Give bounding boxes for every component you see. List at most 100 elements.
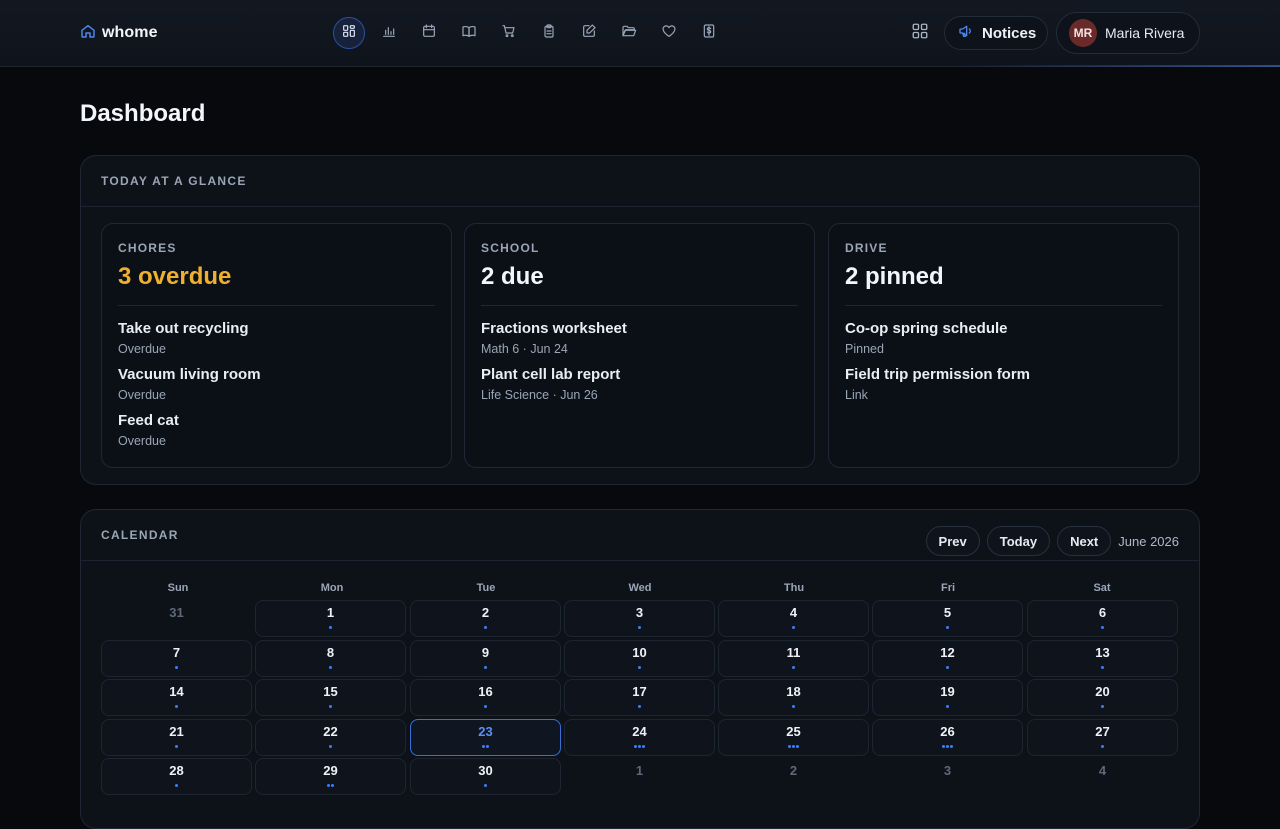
event-dot — [1101, 666, 1104, 669]
megaphone-icon — [958, 23, 974, 44]
calendar-day[interactable]: 21 — [101, 719, 252, 756]
card-value: 2 pinned — [845, 263, 944, 290]
nav-heart-button[interactable] — [653, 17, 685, 49]
calendar-day[interactable]: 5 — [872, 600, 1023, 637]
calendar-day[interactable]: 1 — [255, 600, 406, 637]
nav-calendar-button[interactable] — [413, 17, 445, 49]
top-bar: whome Notices MR Maria Rivera — [0, 0, 1280, 67]
event-indicators — [1028, 626, 1177, 629]
list-item[interactable]: Vacuum living room Overdue — [118, 366, 435, 402]
divider — [118, 305, 435, 306]
next-month-button[interactable]: Next — [1057, 526, 1112, 556]
calendar-day[interactable]: 26 — [872, 719, 1023, 756]
list-item[interactable]: Fractions worksheet Math 6 · Jun 24 — [481, 320, 798, 356]
event-indicators — [411, 626, 560, 629]
notices-label: Notices — [982, 24, 1037, 42]
event-indicators — [102, 784, 251, 787]
calendar-day[interactable]: 2 — [410, 600, 561, 637]
list-item[interactable]: Plant cell lab report Life Science · Jun … — [481, 366, 798, 402]
divider — [845, 305, 1162, 306]
event-dot — [634, 745, 637, 748]
calendar-day[interactable]: 20 — [1027, 679, 1178, 716]
user-menu-button[interactable]: MR Maria Rivera — [1056, 12, 1200, 54]
event-dot — [638, 666, 641, 669]
day-number: 4 — [789, 605, 798, 620]
nav-shopping-cart-button[interactable] — [493, 17, 525, 49]
list-item[interactable]: Take out recycling Overdue — [118, 320, 435, 356]
calendar-day[interactable]: 2 — [718, 758, 869, 795]
event-dot — [950, 745, 953, 748]
day-number: 8 — [326, 645, 335, 660]
calendar-day[interactable]: 8 — [255, 640, 406, 677]
event-dot — [946, 626, 949, 629]
calendar-day[interactable]: 12 — [872, 640, 1023, 677]
school-card[interactable]: SCHOOL 2 due Fractions worksheet Math 6 · J… — [464, 223, 815, 468]
calendar-header: CALENDAR Prev Today Next June 2026 — [81, 510, 1199, 561]
nav-clipboard-button[interactable] — [533, 17, 565, 49]
book-open-icon — [461, 23, 477, 44]
nav-folder-open-button[interactable] — [613, 17, 645, 49]
calendar-day[interactable]: 29 — [255, 758, 406, 795]
calendar-day[interactable]: 28 — [101, 758, 252, 795]
chores-card[interactable]: CHORES 3 overdue Take out recycling Overdue… — [101, 223, 452, 468]
nav-book-open-button[interactable] — [453, 17, 485, 49]
item-subtitle: Overdue — [118, 342, 166, 356]
apps-button[interactable] — [904, 17, 936, 49]
calendar-day[interactable]: 7 — [101, 640, 252, 677]
event-indicators — [565, 666, 714, 669]
nav-dashboard-button[interactable] — [333, 17, 365, 49]
day-number: 23 — [478, 724, 493, 739]
event-dot — [946, 666, 949, 669]
today-button[interactable]: Today — [986, 526, 1051, 556]
event-dot — [642, 745, 645, 748]
calendar-day[interactable]: 3 — [564, 600, 715, 637]
event-dot — [946, 745, 949, 748]
drive-card[interactable]: DRIVE 2 pinned Co-op spring schedule Pinned… — [828, 223, 1179, 468]
event-dot — [484, 784, 487, 787]
edit-note-icon — [581, 23, 597, 44]
event-dot — [788, 745, 791, 748]
event-dot — [175, 784, 178, 787]
calendar-day[interactable]: 4 — [718, 600, 869, 637]
brand[interactable]: whome — [80, 22, 158, 44]
calendar-day[interactable]: 30 — [410, 758, 561, 795]
home-icon — [80, 23, 96, 44]
nav-dollar-receipt-button[interactable] — [693, 17, 725, 49]
panel-header: TODAY AT A GLANCE — [81, 156, 1199, 207]
calendar-icon — [421, 23, 437, 44]
calendar-day[interactable]: 18 — [718, 679, 869, 716]
calendar-day[interactable]: 14 — [101, 679, 252, 716]
calendar-day[interactable]: 13 — [1027, 640, 1178, 677]
calendar-day[interactable]: 6 — [1027, 600, 1178, 637]
event-indicators — [873, 626, 1022, 629]
list-item[interactable]: Feed cat Overdue — [118, 412, 435, 448]
list-item[interactable]: Field trip permission form Link — [845, 366, 1162, 402]
calendar-day[interactable]: 27 — [1027, 719, 1178, 756]
calendar-day[interactable]: 15 — [255, 679, 406, 716]
notices-button[interactable]: Notices — [944, 16, 1048, 50]
card-label: CHORES — [118, 241, 177, 255]
calendar-day[interactable]: 9 — [410, 640, 561, 677]
calendar-day[interactable]: 17 — [564, 679, 715, 716]
calendar-day[interactable]: 19 — [872, 679, 1023, 716]
day-number: 28 — [169, 763, 184, 778]
calendar-day[interactable]: 22 — [255, 719, 406, 756]
nav-edit-note-button[interactable] — [573, 17, 605, 49]
calendar-controls: Prev Today Next June 2026 — [925, 526, 1179, 556]
nav-bar-chart-button[interactable] — [373, 17, 405, 49]
list-item[interactable]: Co-op spring schedule Pinned — [845, 320, 1162, 356]
item-subtitle: Pinned — [845, 342, 884, 356]
prev-month-button[interactable]: Prev — [925, 526, 980, 556]
calendar-day[interactable]: 11 — [718, 640, 869, 677]
calendar-day[interactable]: 31 — [101, 600, 252, 637]
calendar-day[interactable]: 10 — [564, 640, 715, 677]
folder-open-icon — [621, 23, 637, 44]
calendar-day[interactable]: 1 — [564, 758, 715, 795]
calendar-day[interactable]: 24 — [564, 719, 715, 756]
calendar-day[interactable]: 3 — [872, 758, 1023, 795]
calendar-day[interactable]: 16 — [410, 679, 561, 716]
calendar-day[interactable]: 25 — [718, 719, 869, 756]
calendar-day-today[interactable]: 23 — [410, 719, 561, 756]
event-indicators — [873, 705, 1022, 708]
calendar-day[interactable]: 4 — [1027, 758, 1178, 795]
